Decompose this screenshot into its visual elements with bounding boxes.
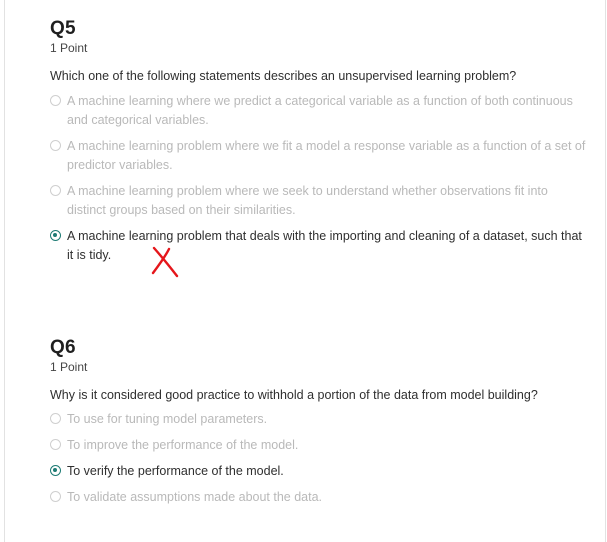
radio-button-checked[interactable]: [50, 465, 61, 476]
radio-button-checked[interactable]: [50, 230, 61, 241]
answer-option[interactable]: A machine learning problem where we seek…: [50, 182, 590, 220]
radio-button[interactable]: [50, 95, 61, 106]
question-points: 1 Point: [50, 41, 88, 55]
radio-button[interactable]: [50, 185, 61, 196]
answer-option[interactable]: To improve the performance of the model.: [50, 436, 590, 455]
answer-options: A machine learning where we predict a ca…: [50, 92, 590, 265]
answer-label: To validate assumptions made about the d…: [67, 490, 323, 504]
radio-button[interactable]: [50, 140, 61, 151]
answer-label: To improve the performance of the model.: [67, 438, 299, 452]
question-title: Q5: [50, 18, 76, 39]
question-prompt: Which one of the following statements de…: [50, 69, 517, 83]
question-points: 1 Point: [50, 360, 88, 374]
answer-label: A machine learning problem that deals wi…: [67, 229, 582, 262]
answer-label: A machine learning where we predict a ca…: [67, 94, 573, 127]
answer-option[interactable]: To validate assumptions made about the d…: [50, 488, 590, 507]
question-q6: Q6 1 Point Why is it considered good pra…: [50, 337, 590, 507]
answer-options: To use for tuning model parameters. To i…: [50, 410, 590, 507]
answer-option[interactable]: A machine learning problem where we fit …: [50, 137, 590, 175]
answer-label: To verify the performance of the model.: [67, 464, 284, 478]
answer-label: A machine learning problem where we seek…: [67, 184, 548, 217]
answer-label: To use for tuning model parameters.: [67, 412, 268, 426]
answer-option[interactable]: A machine learning where we predict a ca…: [50, 92, 590, 130]
quiz-card: Q5 1 Point Which one of the following st…: [4, 0, 606, 542]
radio-button[interactable]: [50, 439, 61, 450]
radio-button[interactable]: [50, 413, 61, 424]
handwritten-cross-icon: [151, 246, 179, 278]
answer-option-selected[interactable]: To verify the performance of the model.: [50, 462, 590, 481]
question-q5: Q5 1 Point Which one of the following st…: [50, 18, 590, 265]
answer-option[interactable]: To use for tuning model parameters.: [50, 410, 590, 429]
question-prompt: Why is it considered good practice to wi…: [50, 388, 538, 402]
answer-label: A machine learning problem where we fit …: [67, 139, 586, 172]
question-title: Q6: [50, 337, 76, 358]
answer-option-selected[interactable]: A machine learning problem that deals wi…: [50, 227, 590, 265]
radio-button[interactable]: [50, 491, 61, 502]
